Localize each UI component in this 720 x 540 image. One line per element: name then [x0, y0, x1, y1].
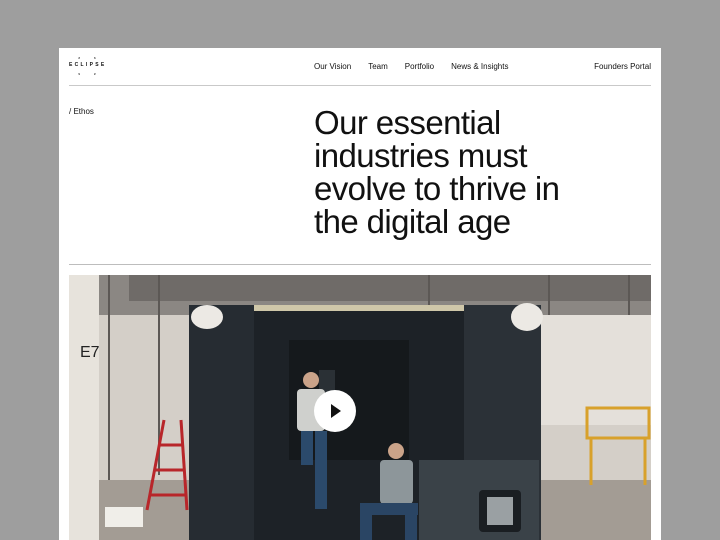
logo-wordmark: ECLIPSE: [69, 62, 107, 68]
site-header: ECLIPSE Our Vision Team Portfolio News &…: [69, 48, 651, 86]
page: ECLIPSE Our Vision Team Portfolio News &…: [59, 48, 661, 540]
bay-label: E7: [80, 344, 100, 361]
divider: [69, 264, 651, 265]
nav-our-vision[interactable]: Our Vision: [314, 62, 351, 71]
hero-image: E7: [69, 275, 651, 540]
play-button[interactable]: [314, 390, 356, 432]
nav-news-insights[interactable]: News & Insights: [451, 62, 508, 71]
breadcrumb[interactable]: / Ethos: [69, 107, 94, 116]
founders-portal-link[interactable]: Founders Portal: [594, 62, 651, 71]
hero-video[interactable]: E7: [69, 275, 651, 540]
eclipse-logo[interactable]: ECLIPSE: [69, 57, 105, 75]
main-nav: Our Vision Team Portfolio News & Insight…: [314, 62, 525, 71]
page-title: Our essential industries must evolve to …: [314, 104, 560, 240]
nav-portfolio[interactable]: Portfolio: [405, 62, 434, 71]
nav-team[interactable]: Team: [368, 62, 388, 71]
